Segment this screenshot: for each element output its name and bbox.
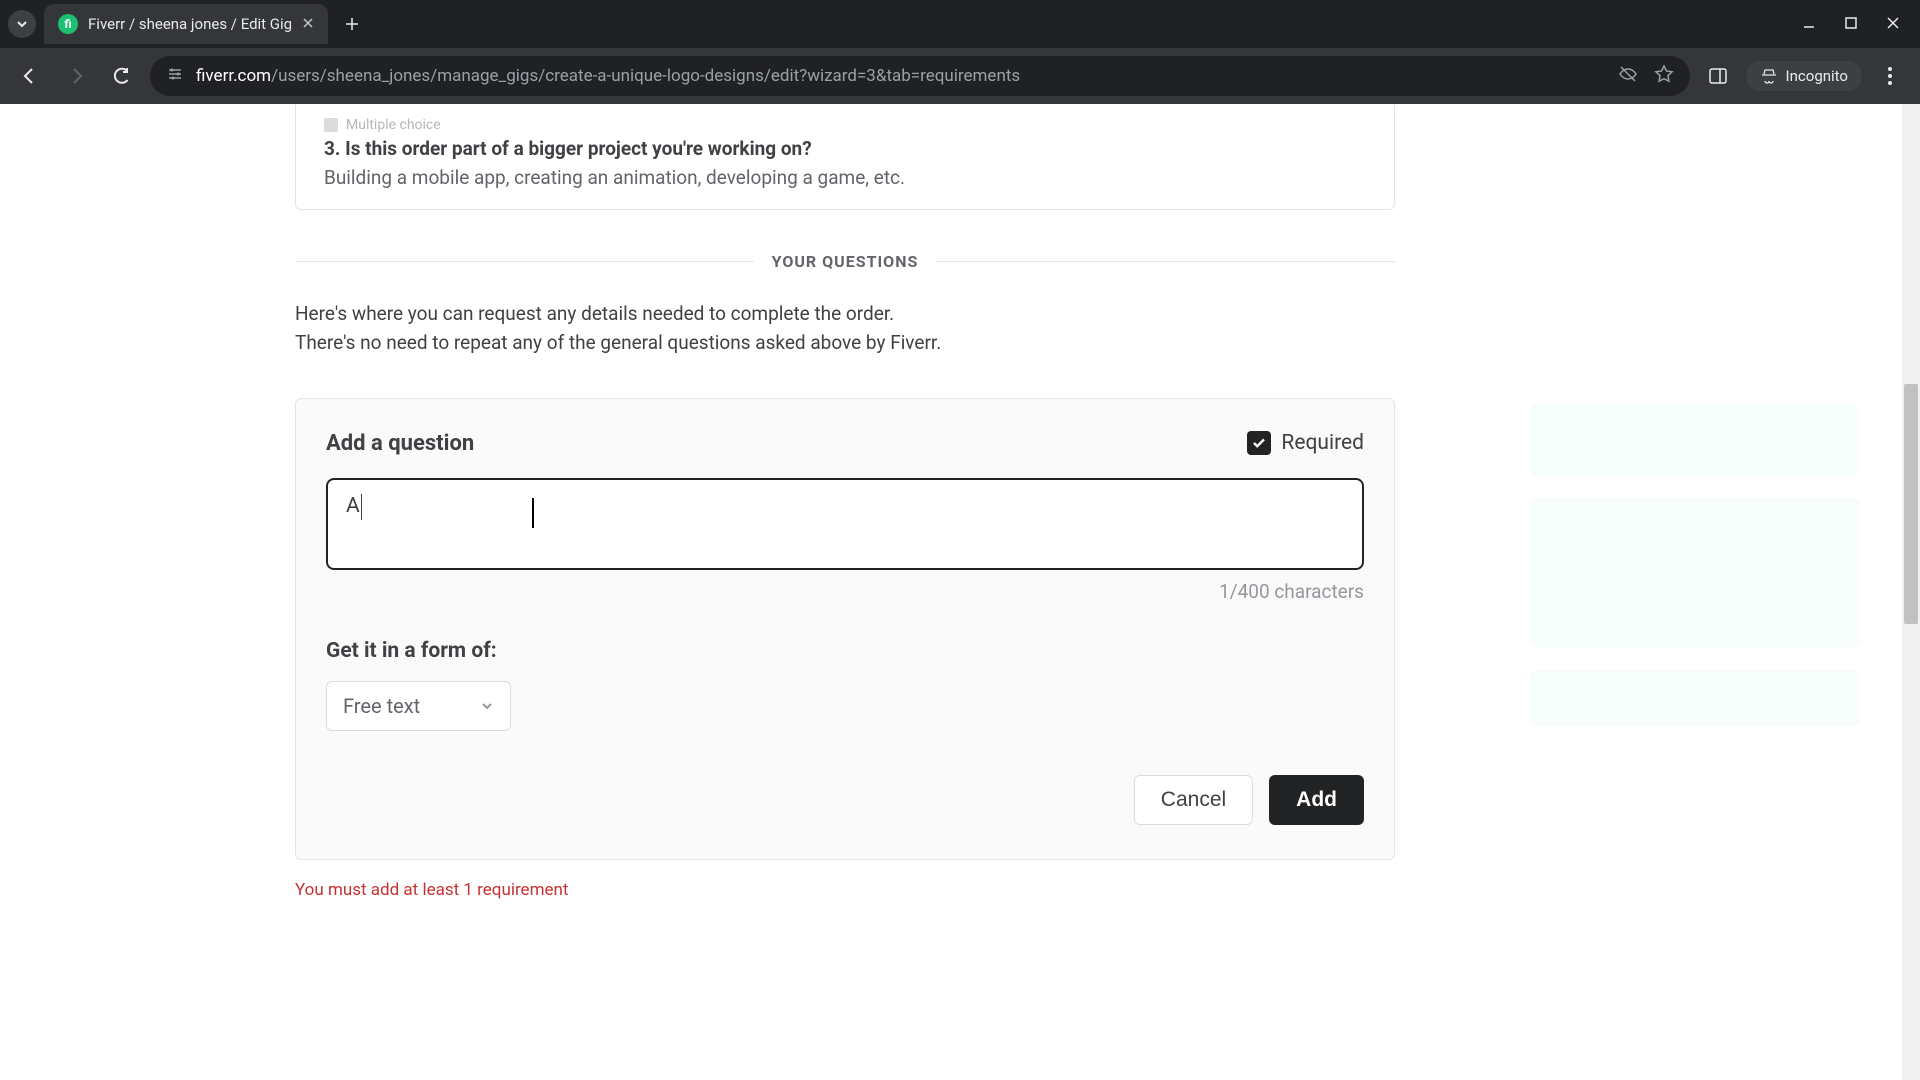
checkbox-checked-icon: [1247, 431, 1271, 455]
url-text: fiverr.com/users/sheena_jones/manage_gig…: [196, 66, 1020, 86]
scrollbar-thumb[interactable]: [1904, 384, 1918, 624]
previous-question-type: Multiple choice: [324, 117, 1366, 133]
close-tab-icon[interactable]: [302, 15, 314, 33]
answer-format-select[interactable]: Free text: [326, 681, 511, 731]
address-bar[interactable]: fiverr.com/users/sheena_jones/manage_gig…: [150, 56, 1690, 96]
text-cursor-icon: [532, 498, 534, 528]
tabs-dropdown-button[interactable]: [8, 10, 36, 38]
section-heading: YOUR QUESTIONS: [772, 252, 919, 271]
tips-panel: [1530, 404, 1860, 748]
question-input[interactable]: A: [326, 478, 1364, 570]
scrollbar[interactable]: [1902, 104, 1920, 1080]
new-tab-button[interactable]: [336, 8, 368, 40]
text-caret: [361, 494, 362, 520]
add-button[interactable]: Add: [1269, 775, 1364, 825]
reload-button[interactable]: [104, 58, 140, 94]
character-counter: 1/400 characters: [326, 580, 1364, 603]
answer-format-label: Get it in a form of:: [326, 639, 1364, 663]
incognito-label: Incognito: [1786, 67, 1848, 85]
back-button[interactable]: [12, 58, 48, 94]
tab-title: Fiverr / sheena jones / Edit Gig: [88, 15, 292, 33]
section-divider: YOUR QUESTIONS: [295, 252, 1395, 271]
section-intro: Here's where you can request any details…: [295, 299, 1395, 358]
browser-chrome: fi Fiverr / sheena jones / Edit Gig: [0, 0, 1920, 104]
chevron-down-icon: [480, 694, 494, 718]
close-window-icon[interactable]: [1886, 15, 1900, 34]
cancel-button[interactable]: Cancel: [1134, 775, 1253, 825]
incognito-icon: [1760, 67, 1778, 85]
previous-question-card: Multiple choice 3. Is this order part of…: [295, 104, 1395, 210]
browser-toolbar: fiverr.com/users/sheena_jones/manage_gig…: [0, 48, 1920, 104]
incognito-indicator[interactable]: Incognito: [1746, 61, 1862, 91]
forward-button[interactable]: [58, 58, 94, 94]
side-panel-icon[interactable]: [1700, 58, 1736, 94]
browser-menu-button[interactable]: [1872, 67, 1908, 85]
previous-question-subtitle: Building a mobile app, creating an anima…: [324, 166, 1366, 189]
tab-strip: fi Fiverr / sheena jones / Edit Gig: [0, 0, 1920, 48]
window-controls: [1802, 15, 1912, 34]
select-value: Free text: [343, 694, 420, 718]
required-label: Required: [1281, 431, 1364, 455]
page-viewport: Multiple choice 3. Is this order part of…: [0, 104, 1920, 1080]
eye-off-icon[interactable]: [1618, 64, 1638, 88]
minimize-icon[interactable]: [1802, 15, 1816, 34]
list-icon: [324, 118, 338, 132]
form-title: Add a question: [326, 431, 474, 456]
site-settings-icon[interactable]: [166, 65, 184, 87]
browser-tab-active[interactable]: fi Fiverr / sheena jones / Edit Gig: [44, 4, 328, 44]
fiverr-favicon: fi: [58, 14, 78, 34]
bookmark-star-icon[interactable]: [1654, 64, 1674, 88]
required-toggle[interactable]: Required: [1247, 431, 1364, 455]
maximize-icon[interactable]: [1844, 15, 1858, 34]
validation-warning: You must add at least 1 requirement: [295, 880, 1395, 900]
add-question-form: Add a question Required A 1/400 characte…: [295, 398, 1395, 860]
question-input-value: A: [346, 494, 360, 518]
previous-question-title: 3. Is this order part of a bigger projec…: [324, 137, 1366, 160]
